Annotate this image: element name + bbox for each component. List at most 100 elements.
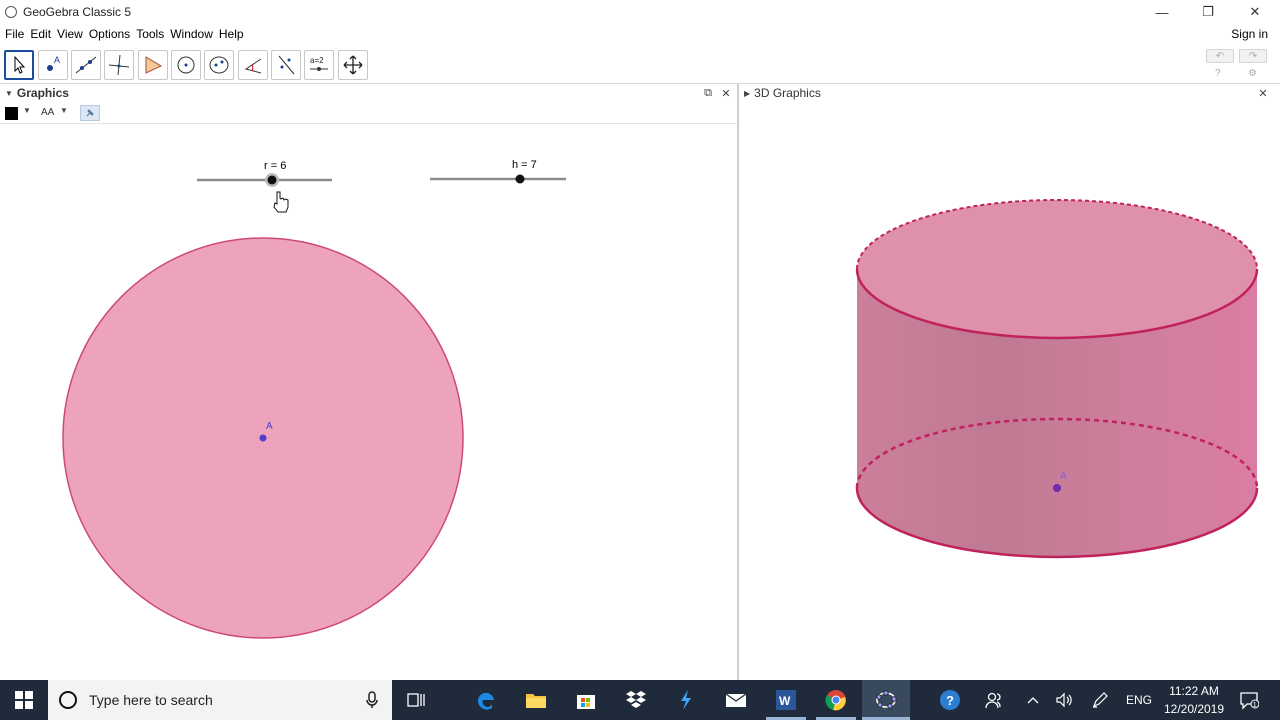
close-graphics-icon[interactable]: ✕ bbox=[719, 86, 733, 100]
graphics-view[interactable]: r = 6 h = 7 A bbox=[0, 124, 737, 680]
svg-text:?: ? bbox=[946, 693, 954, 708]
menu-bar: File Edit View Options Tools Window Help bbox=[0, 24, 1280, 44]
chevron-up-icon[interactable] bbox=[1021, 688, 1045, 712]
slider-tool-button[interactable]: a=2 bbox=[304, 50, 334, 80]
pen-icon[interactable] bbox=[1088, 688, 1112, 712]
hand-cursor-icon bbox=[273, 191, 289, 213]
pin-icon bbox=[86, 109, 94, 117]
svg-text:a=2: a=2 bbox=[310, 56, 324, 65]
store-icon[interactable] bbox=[574, 688, 598, 712]
point-a-3d-label: A bbox=[1060, 471, 1067, 482]
notifications-icon[interactable]: 1 bbox=[1237, 688, 1261, 712]
polygon-icon bbox=[145, 56, 163, 74]
clock-time[interactable]: 11:22 AM bbox=[1158, 684, 1230, 698]
geogebra-taskbar-icon bbox=[874, 688, 898, 717]
point-tool-button[interactable]: A bbox=[38, 50, 68, 80]
graphics-panel-title: Graphics bbox=[16, 86, 69, 100]
view3d-panel-title: 3D Graphics bbox=[754, 86, 821, 100]
volume-icon[interactable] bbox=[1053, 688, 1077, 712]
window-title: GeoGebra Classic 5 bbox=[23, 5, 132, 19]
move-graphics-view-button[interactable] bbox=[338, 50, 368, 80]
minimize-button[interactable]: — bbox=[1139, 0, 1185, 24]
arrow-cursor-icon bbox=[14, 55, 26, 74]
svg-text:1: 1 bbox=[1253, 702, 1257, 709]
font-size-label[interactable]: AA bbox=[41, 107, 54, 118]
cortana-icon bbox=[59, 691, 77, 709]
microphone-icon[interactable] bbox=[366, 691, 378, 714]
slider-icon: a=2 bbox=[310, 56, 328, 71]
close-window-button[interactable]: ✕ bbox=[1232, 0, 1278, 24]
circle-icon bbox=[177, 56, 195, 74]
sign-in-link[interactable]: Sign in bbox=[1231, 27, 1268, 41]
dropbox-icon[interactable] bbox=[624, 688, 648, 712]
pin-button[interactable] bbox=[80, 105, 100, 121]
line-icon bbox=[75, 56, 97, 74]
language-indicator[interactable]: ENG bbox=[1125, 693, 1153, 707]
menu-edit[interactable]: Edit bbox=[28, 27, 53, 41]
chrome-icon[interactable] bbox=[824, 688, 848, 712]
geogebra-taskbar-button[interactable] bbox=[862, 680, 910, 720]
perpendicular-icon bbox=[108, 54, 130, 76]
point-a-label: A bbox=[266, 421, 273, 432]
collapse-triangle-icon[interactable]: ▼ bbox=[5, 89, 13, 98]
svg-text:A: A bbox=[54, 55, 60, 65]
toolbar: A a=2 bbox=[0, 46, 1280, 84]
reflect-tool-button[interactable] bbox=[271, 50, 301, 80]
slider-r-knob[interactable] bbox=[267, 175, 277, 185]
word-icon[interactable]: W bbox=[774, 688, 798, 712]
mail-icon[interactable] bbox=[724, 688, 748, 712]
clock-date[interactable]: 12/20/2019 bbox=[1158, 702, 1230, 716]
angle-tool-button[interactable] bbox=[238, 50, 268, 80]
expand-triangle-icon[interactable]: ▶ bbox=[744, 89, 750, 98]
taskbar-search[interactable]: Type here to search bbox=[48, 680, 392, 720]
search-placeholder: Type here to search bbox=[89, 692, 213, 708]
file-explorer-icon[interactable] bbox=[524, 688, 548, 712]
graphics-panel-header: ▼ Graphics bbox=[0, 85, 737, 101]
menu-file[interactable]: File bbox=[3, 27, 26, 41]
line-tool-button[interactable] bbox=[71, 50, 101, 80]
slider-h-knob[interactable] bbox=[515, 174, 525, 184]
polygon-tool-button[interactable] bbox=[138, 50, 168, 80]
people-icon[interactable] bbox=[982, 688, 1006, 712]
undo-button[interactable]: ↶ bbox=[1206, 49, 1234, 63]
angle-icon bbox=[244, 58, 262, 74]
undock-icon[interactable]: ⧉ bbox=[701, 86, 715, 100]
circle-tool-button[interactable] bbox=[171, 50, 201, 80]
view3d[interactable]: A bbox=[739, 101, 1280, 680]
taskbar: Type here to search W ? ENG 11:22 AM 12/… bbox=[0, 680, 1280, 720]
edge-browser-icon[interactable] bbox=[474, 688, 498, 712]
task-view-icon[interactable] bbox=[404, 688, 428, 712]
color-swatch[interactable] bbox=[5, 107, 18, 120]
app-blue-icon[interactable] bbox=[674, 688, 698, 712]
menu-help[interactable]: Help bbox=[217, 27, 246, 41]
slider-r-label: r = 6 bbox=[264, 160, 287, 172]
svg-text:W: W bbox=[779, 694, 791, 708]
menu-window[interactable]: Window bbox=[168, 27, 215, 41]
view3d-panel-header: ▶ 3D Graphics bbox=[739, 85, 1280, 101]
menu-tools[interactable]: Tools bbox=[134, 27, 166, 41]
reflect-icon bbox=[278, 55, 295, 75]
font-dropdown-icon[interactable]: ▼ bbox=[60, 106, 68, 115]
geogebra-app-icon bbox=[5, 6, 17, 18]
title-bar: GeoGebra Classic 5 bbox=[0, 0, 1280, 24]
help-icon[interactable]: ? bbox=[1215, 68, 1221, 79]
graphics-canvas[interactable] bbox=[0, 124, 737, 680]
ellipse-icon bbox=[209, 56, 229, 74]
graphics-style-bar: ▼ AA ▼ bbox=[0, 102, 737, 124]
redo-button[interactable]: ↷ bbox=[1239, 49, 1267, 63]
windows-start-icon[interactable] bbox=[12, 688, 36, 712]
help-tips-icon[interactable]: ? bbox=[938, 688, 962, 712]
color-dropdown-icon[interactable]: ▼ bbox=[23, 106, 31, 115]
gear-icon[interactable]: ⚙ bbox=[1248, 68, 1257, 79]
move-arrows-icon bbox=[343, 55, 363, 75]
restore-button[interactable]: ❐ bbox=[1185, 0, 1231, 24]
close-view3d-icon[interactable]: ✕ bbox=[1256, 86, 1270, 100]
perpendicular-line-tool-button[interactable] bbox=[104, 50, 134, 80]
point-a-3d[interactable] bbox=[1053, 484, 1061, 492]
ellipse-tool-button[interactable] bbox=[204, 50, 234, 80]
move-tool-button[interactable] bbox=[4, 50, 34, 80]
menu-view[interactable]: View bbox=[55, 27, 85, 41]
point-a[interactable] bbox=[259, 434, 267, 442]
menu-options[interactable]: Options bbox=[87, 27, 132, 41]
view3d-canvas[interactable] bbox=[739, 101, 1280, 680]
